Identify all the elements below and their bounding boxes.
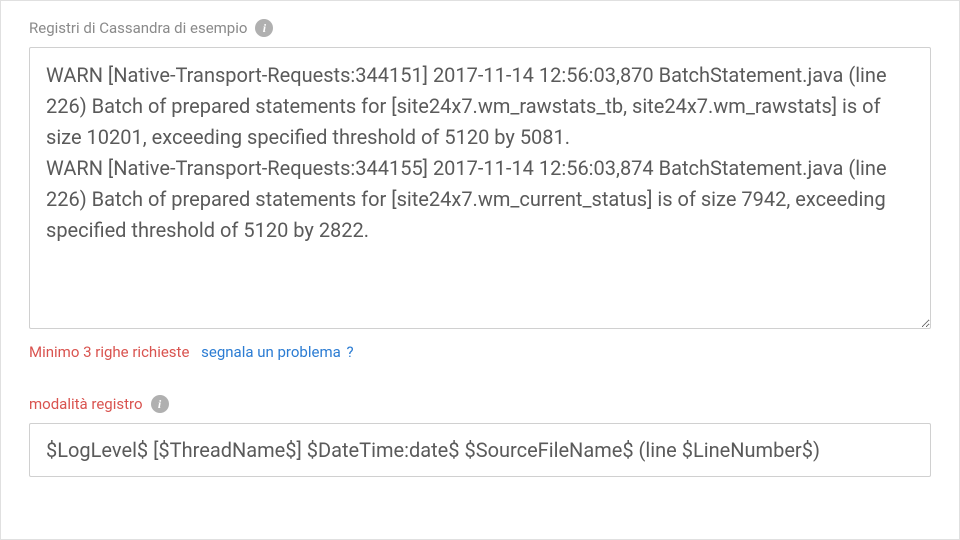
pattern-input[interactable] xyxy=(29,423,931,477)
min-rows-hint: Minimo 3 righe richieste xyxy=(29,343,189,361)
question-mark-icon[interactable]: ? xyxy=(347,343,354,361)
pattern-label: modalità registro i xyxy=(29,395,931,413)
pattern-label-text: modalità registro xyxy=(29,395,143,413)
sample-logs-label: Registri di Cassandra di esempio i xyxy=(29,19,931,37)
sample-logs-label-text: Registri di Cassandra di esempio xyxy=(29,19,247,37)
info-icon[interactable]: i xyxy=(255,19,273,37)
info-icon[interactable]: i xyxy=(151,395,169,413)
sample-logs-textarea[interactable]: WARN [Native-Transport-Requests:344151] … xyxy=(29,47,931,329)
pattern-section: modalità registro i xyxy=(29,395,931,477)
report-problem-link[interactable]: segnala un problema xyxy=(201,343,341,361)
hint-row: Minimo 3 righe richieste segnala un prob… xyxy=(29,343,931,361)
